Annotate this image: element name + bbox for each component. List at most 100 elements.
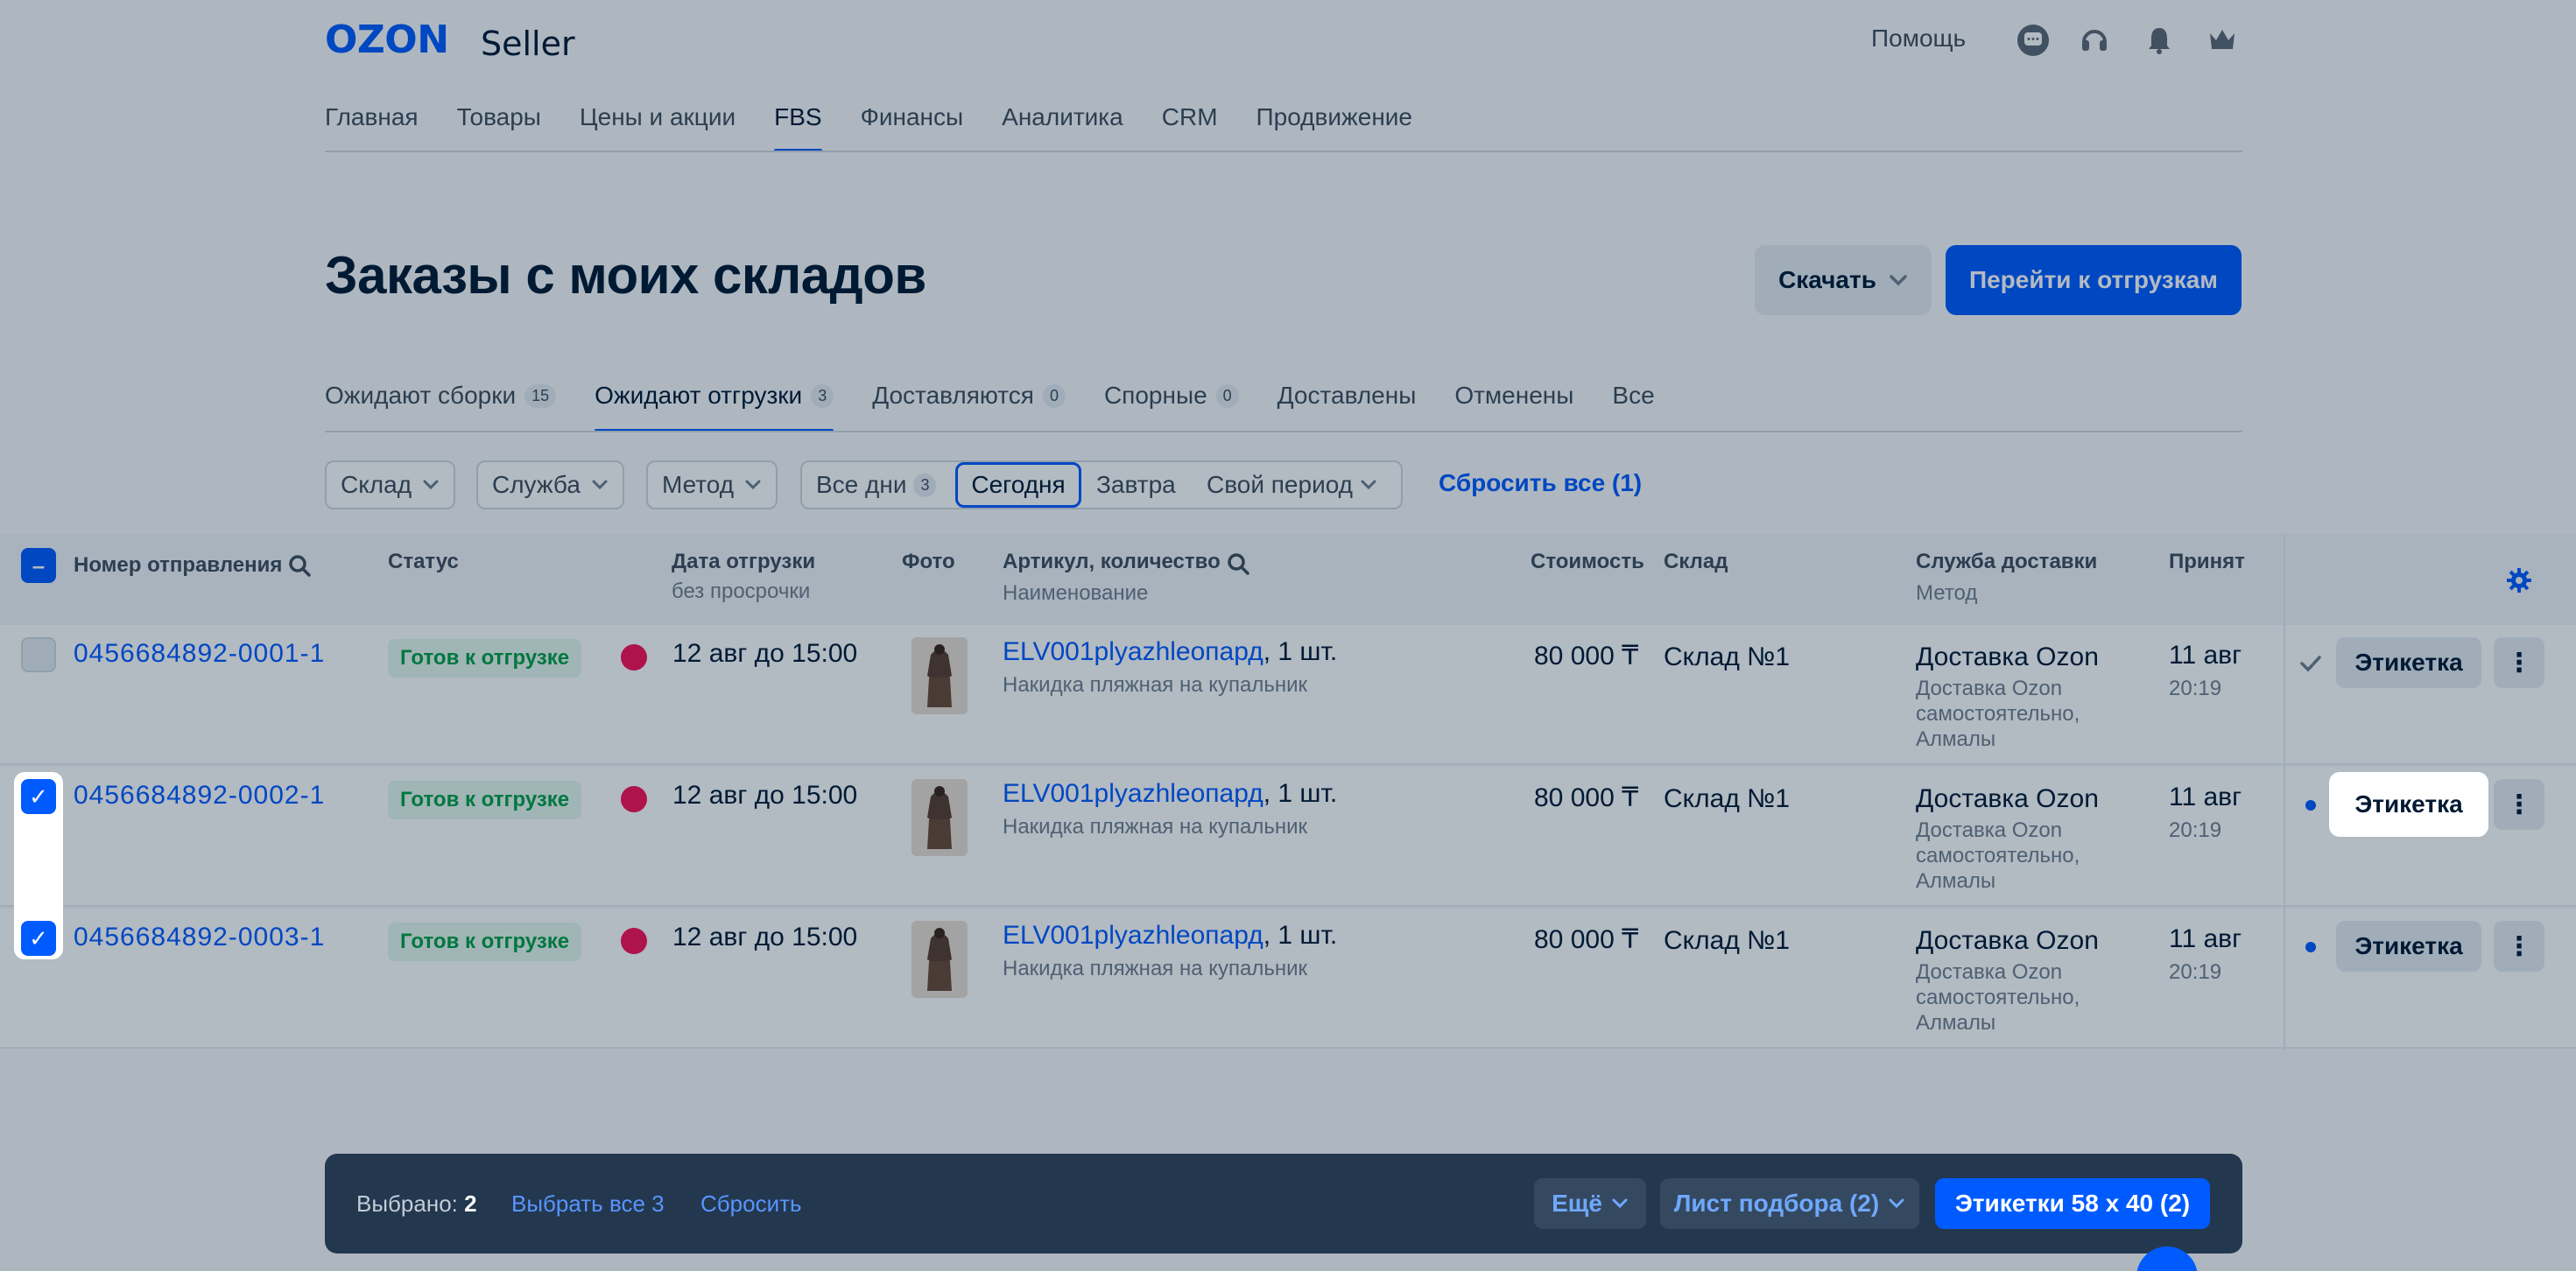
status-badge: Готов к отгрузке [388, 923, 582, 961]
ozon-logo[interactable]: OZON [325, 18, 449, 62]
price: 80 000 ₸ [1534, 925, 1639, 954]
accepted-time: 20:19 [2169, 677, 2222, 700]
nav-item-crm[interactable]: CRM [1162, 103, 1218, 152]
nav-item-finance[interactable]: Финансы [861, 103, 964, 152]
col-status: Статус [388, 550, 459, 573]
label-button[interactable]: Этикетка [2336, 779, 2481, 830]
col-warehouse: Склад [1664, 550, 1728, 573]
sku-link[interactable]: ELV001plyazhleопард [1003, 921, 1263, 950]
nav-item-promotion[interactable]: Продвижение [1256, 103, 1413, 152]
row-checkbox[interactable] [21, 637, 56, 672]
tomorrow-option[interactable]: Завтра [1096, 464, 1176, 506]
search-icon[interactable] [287, 553, 312, 582]
product-photo[interactable] [911, 637, 968, 714]
new-indicator-dot [2305, 942, 2316, 952]
product-photo[interactable] [911, 921, 968, 998]
warehouse-filter[interactable]: Склад [325, 460, 456, 509]
sku-link[interactable]: ELV001plyazhleопард [1003, 779, 1263, 808]
bell-icon[interactable] [2143, 25, 2175, 56]
tab-all[interactable]: Все [1612, 382, 1654, 432]
nav-divider [325, 151, 2242, 152]
more-actions-button[interactable]: Ещё [1534, 1178, 1646, 1229]
sku-cell: ELV001plyazhleопард, 1 шт. [1003, 921, 1337, 951]
download-label: Скачать [1778, 266, 1876, 293]
service-filter[interactable]: Служба [476, 460, 624, 509]
tab-label: Доставляются [872, 382, 1034, 409]
reset-selection-link[interactable]: Сбросить [700, 1190, 802, 1218]
delivery-method: Доставка Ozon [1916, 818, 2063, 842]
chat-icon[interactable] [2017, 25, 2049, 56]
col-price: Стоимость [1531, 550, 1644, 573]
col-accepted: Принят [2169, 550, 2245, 573]
download-button[interactable]: Скачать [1755, 245, 1932, 315]
label-button[interactable]: Этикетка [2336, 637, 2481, 688]
select-all-link[interactable]: Выбрать все 3 [511, 1190, 665, 1218]
delivery-method: Алмалы [1916, 727, 1996, 751]
quantity: , 1 шт. [1263, 921, 1338, 950]
chevron-down-icon [1890, 275, 1907, 286]
select-all-checkbox[interactable]: – [21, 548, 56, 583]
order-number-link[interactable]: 0456684892-0003-1 [74, 923, 325, 952]
row-checkbox-highlight[interactable]: ✓ [21, 779, 56, 814]
tab-awaiting-assembly[interactable]: Ожидают сборки 15 [325, 382, 557, 432]
nav-item-prices[interactable]: Цены и акции [580, 103, 735, 152]
headset-icon[interactable] [2079, 25, 2110, 56]
option-count: 3 [913, 473, 937, 497]
ship-date: 12 авг до 15:00 [672, 781, 858, 810]
tab-delivering[interactable]: Доставляются 0 [872, 382, 1066, 432]
more-vertical-icon[interactable]: ⋮ [2494, 779, 2544, 830]
custom-period-option[interactable]: Свой период [1207, 464, 1377, 506]
seller-label: Seller [481, 25, 575, 63]
tab-awaiting-shipment[interactable]: Ожидают отгрузки 3 [595, 382, 834, 432]
help-link[interactable]: Помощь [1871, 25, 1966, 53]
pick-list-button[interactable]: Лист подбора (2) [1660, 1178, 1919, 1229]
sticky-column-divider [2284, 534, 2285, 1050]
nav-item-fbs[interactable]: FBS [774, 103, 823, 152]
new-indicator-dot [2305, 800, 2316, 811]
price: 80 000 ₸ [1534, 642, 1639, 671]
go-to-shipments-button[interactable]: Перейти к отгрузкам [1946, 245, 2242, 315]
col-delivery: Служба доставки [1916, 550, 2098, 573]
reset-all-link[interactable]: Сбросить все (1) [1439, 469, 1642, 497]
product-photo[interactable] [911, 779, 968, 856]
tab-count: 0 [1215, 383, 1239, 408]
selected-count: Выбрано: 2 [356, 1190, 477, 1218]
status-badge: Готов к отгрузке [388, 781, 582, 819]
product-name: Накидка пляжная на купальник [1003, 957, 1307, 980]
print-labels-button[interactable]: Этикетки 58 х 40 (2) [1935, 1178, 2210, 1229]
tab-delivered[interactable]: Доставлены [1277, 382, 1417, 432]
today-option[interactable]: Сегодня [955, 462, 1081, 508]
nav-item-products[interactable]: Товары [457, 103, 541, 152]
delivery-method: Доставка Ozon [1916, 960, 2063, 984]
all-days-option[interactable]: Все дни 3 [816, 464, 937, 506]
gear-icon[interactable] [2506, 567, 2532, 598]
main-nav: Главная Товары Цены и акции FBS Финансы … [325, 103, 1451, 152]
nav-item-home[interactable]: Главная [325, 103, 419, 152]
more-vertical-icon[interactable]: ⋮ [2494, 921, 2544, 972]
ship-date: 12 авг до 15:00 [672, 639, 858, 668]
nav-item-analytics[interactable]: Аналитика [1002, 103, 1123, 152]
ship-date: 12 авг до 15:00 [672, 923, 858, 951]
crown-icon[interactable] [2206, 25, 2238, 56]
chevron-down-icon [745, 480, 761, 490]
more-label: Ещё [1552, 1190, 1602, 1217]
method-filter[interactable]: Метод [646, 460, 778, 509]
tab-label: Отменены [1454, 382, 1574, 409]
chevron-down-icon [592, 480, 608, 490]
option-label: Все дни [816, 471, 907, 498]
order-number-link[interactable]: 0456684892-0001-1 [74, 639, 325, 669]
tab-cancelled[interactable]: Отменены [1454, 382, 1573, 432]
tab-label: Ожидают отгрузки [595, 382, 803, 409]
label-button[interactable]: Этикетка [2336, 921, 2481, 972]
search-icon[interactable] [1226, 551, 1250, 580]
tab-count: 0 [1042, 383, 1066, 408]
delivery-method: Алмалы [1916, 869, 1996, 893]
tab-disputed[interactable]: Спорные 0 [1104, 382, 1239, 432]
more-vertical-icon[interactable]: ⋮ [2494, 637, 2544, 688]
chevron-down-icon [423, 480, 439, 490]
col-delivery-sub: Метод [1916, 581, 1978, 605]
row-checkbox-highlight[interactable]: ✓ [21, 921, 56, 956]
filter-label: Склад [341, 471, 412, 498]
sku-link[interactable]: ELV001plyazhleопард [1003, 637, 1263, 666]
order-number-link[interactable]: 0456684892-0002-1 [74, 781, 325, 811]
